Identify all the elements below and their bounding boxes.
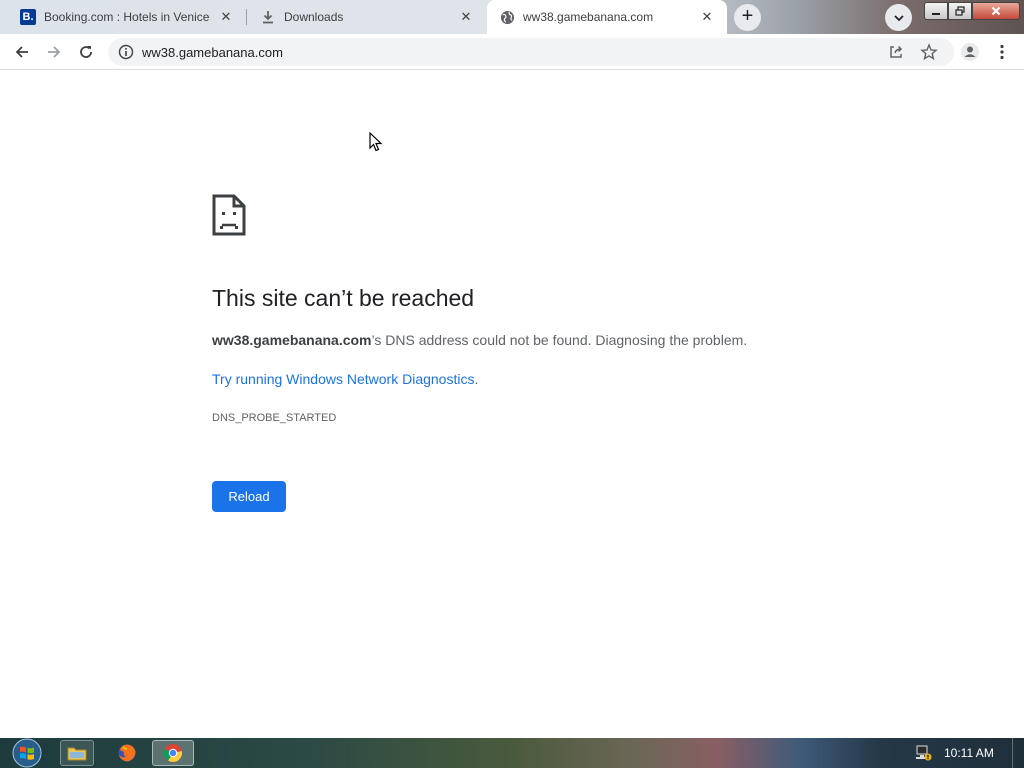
restore-icon (955, 6, 965, 16)
forward-button[interactable] (40, 38, 68, 66)
star-icon[interactable] (920, 43, 938, 61)
diagnostics-suggestion: Try running Windows Network Diagnostics. (212, 371, 478, 387)
arrow-right-icon (48, 46, 61, 58)
sad-document-icon (212, 194, 246, 236)
show-desktop-button[interactable] (1012, 738, 1024, 768)
chrome-icon (163, 744, 183, 763)
new-tab-button[interactable]: + (734, 4, 761, 31)
reload-button[interactable]: Reload (212, 481, 286, 512)
folder-icon (67, 747, 87, 761)
url-text[interactable]: ww38.gamebanana.com (142, 45, 283, 60)
tab-downloads[interactable]: Downloads ✕ (248, 0, 486, 34)
tab-gamebanana[interactable]: ww38.gamebanana.com ✕ (487, 0, 727, 34)
network-status-icon[interactable] (914, 745, 932, 761)
kebab-menu-icon (1000, 44, 1004, 60)
windows-taskbar: 10:11 AM (0, 738, 1024, 768)
system-clock[interactable]: 10:11 AM (944, 746, 994, 760)
menu-button[interactable] (988, 38, 1016, 66)
reload-toolbar-button[interactable] (72, 38, 100, 66)
error-page: This site can’t be reached ww38.gamebana… (0, 71, 1024, 738)
firefox-icon (118, 744, 136, 762)
tab-strip: B. Booking.com : Hotels in Venice ✕ Down… (0, 0, 1024, 34)
avatar-icon (961, 43, 979, 61)
chevron-down-icon (893, 14, 904, 21)
start-button[interactable] (8, 738, 46, 768)
taskbar-chrome[interactable] (152, 740, 194, 766)
arrow-left-icon (15, 46, 28, 58)
error-message-text: ’s DNS address could not be found. Diagn… (371, 332, 748, 348)
tab-search-button[interactable] (885, 4, 912, 31)
error-code: DNS_PROBE_STARTED (212, 412, 337, 424)
address-bar[interactable]: ww38.gamebanana.com (108, 38, 954, 66)
booking-favicon-icon: B. (20, 9, 36, 25)
mouse-cursor-icon (369, 132, 383, 152)
tab-separator (246, 9, 247, 25)
error-message: ww38.gamebanana.com’s DNS address could … (212, 332, 747, 348)
globe-icon (499, 9, 515, 25)
tab-booking[interactable]: B. Booking.com : Hotels in Venice ✕ (8, 0, 246, 34)
browser-toolbar: ww38.gamebanana.com (0, 34, 1024, 70)
windows-logo-icon (12, 738, 42, 768)
close-tab-icon[interactable]: ✕ (218, 9, 234, 25)
close-icon (991, 6, 1001, 16)
share-icon[interactable] (888, 44, 904, 60)
taskbar-explorer[interactable] (60, 740, 94, 766)
tab-title: ww38.gamebanana.com (523, 10, 654, 24)
refresh-icon (80, 46, 92, 58)
link-suffix: . (474, 371, 479, 387)
profile-button[interactable] (956, 38, 984, 66)
network-diagnostics-link[interactable]: Try running Windows Network Diagnostics (212, 371, 474, 387)
close-tab-icon[interactable]: ✕ (699, 9, 715, 25)
back-button[interactable] (8, 38, 36, 66)
minimize-button[interactable] (924, 2, 948, 20)
close-window-button[interactable] (972, 2, 1020, 20)
minimize-icon (932, 13, 940, 15)
info-icon[interactable] (118, 44, 134, 60)
download-icon (260, 9, 276, 25)
taskbar-firefox[interactable] (110, 740, 144, 766)
close-tab-icon[interactable]: ✕ (458, 9, 474, 25)
error-title: This site can’t be reached (212, 285, 475, 311)
tab-title: Downloads (284, 10, 344, 24)
error-host: ww38.gamebanana.com (212, 332, 372, 348)
restore-button[interactable] (948, 2, 972, 20)
tab-title: Booking.com : Hotels in Venice (44, 10, 210, 24)
